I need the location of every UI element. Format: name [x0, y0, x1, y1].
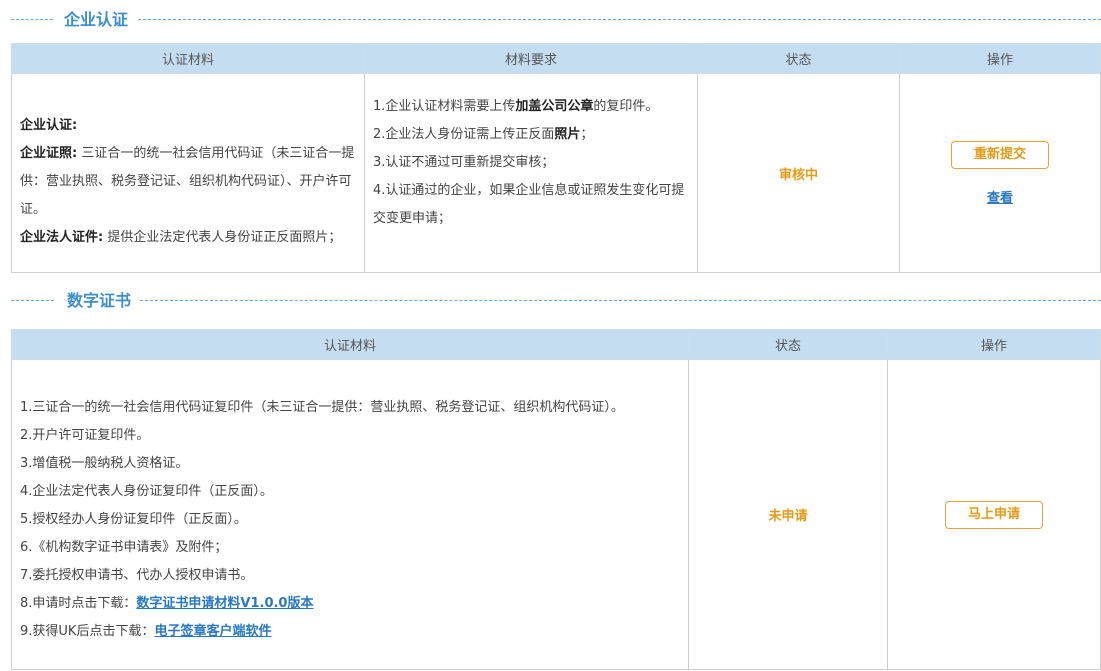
column-header-status: 状态	[697, 43, 900, 74]
list-item: 7.委托授权申请书、代办人授权申请书。	[20, 567, 254, 583]
list-item: 9.获得UK后点击下载：电子签章客户端软件	[20, 623, 272, 639]
column-header-materials: 认证材料	[11, 43, 365, 74]
divider	[138, 19, 1101, 20]
legal-label: 企业法人证件:	[20, 230, 104, 245]
requirement-item: 3.认证不通过可重新提交审核；	[373, 155, 555, 170]
apply-now-button[interactable]: 马上申请	[945, 500, 1043, 529]
list-item: 3.增值税一般纳税人资格证。	[20, 455, 189, 471]
list-item: 8.申请时点击下载：数字证书申请材料V1.0.0版本	[20, 595, 314, 611]
license-label: 企业证照:	[20, 146, 78, 161]
actions-cell: 重新提交 查看	[899, 73, 1101, 273]
download-materials-link[interactable]: 数字证书申请材料V1.0.0版本	[136, 596, 313, 611]
column-header-materials: 认证材料	[11, 329, 689, 360]
certificate-materials-cell: 1.三证合一的统一社会信用代码证复印件（未三证合一提供：营业执照、税务登记证、组…	[11, 359, 689, 670]
column-header-actions: 操作	[899, 43, 1101, 74]
list-item: 1.三证合一的统一社会信用代码证复印件（未三证合一提供：营业执照、税务登记证、组…	[20, 399, 624, 415]
requirement-item: 2.企业法人身份证需上传正反面照片；	[373, 127, 594, 142]
requirements-cell: 1.企业认证材料需要上传加盖公司公章的复印件。 2.企业法人身份证需上传正反面照…	[364, 73, 698, 273]
divider	[140, 300, 1101, 301]
resubmit-button[interactable]: 重新提交	[951, 140, 1049, 169]
list-item: 5.授权经办人身份证复印件（正反面）。	[20, 511, 247, 527]
list-item: 6.《机构数字证书申请表》及附件；	[20, 539, 228, 555]
digital-certificate-table: 认证材料 状态 操作 1.三证合一的统一社会信用代码证复印件（未三证合一提供：营…	[11, 329, 1101, 670]
enterprise-auth-table: 认证材料 材料要求 状态 操作 企业认证: 企业证照: 三证合一的统一社会信用代…	[11, 43, 1101, 273]
column-header-actions: 操作	[887, 329, 1101, 360]
requirement-item: 1.企业认证材料需要上传加盖公司公章的复印件。	[373, 99, 659, 114]
materials-title: 企业认证:	[20, 118, 78, 133]
enterprise-section-title: 企业认证	[64, 10, 129, 29]
materials-cell: 企业认证: 企业证照: 三证合一的统一社会信用代码证（未三证合一提供：营业执照、…	[11, 73, 365, 273]
certificate-actions-cell: 马上申请	[887, 359, 1101, 670]
divider	[11, 300, 54, 301]
column-header-status: 状态	[688, 329, 888, 360]
list-item: 4.企业法定代表人身份证复印件（正反面）。	[20, 483, 273, 499]
view-link[interactable]: 查看	[987, 191, 1013, 206]
enterprise-section-header: 企业认证	[0, 10, 1101, 30]
legal-text: 提供企业法定代表人身份证正反面照片；	[107, 230, 342, 245]
divider	[11, 19, 53, 20]
certificate-section-title: 数字证书	[67, 291, 132, 310]
column-header-requirements: 材料要求	[364, 43, 698, 74]
certificate-section-header: 数字证书	[0, 291, 1101, 311]
enterprise-status: 审核中	[697, 73, 900, 273]
requirement-item: 4.认证通过的企业，如果企业信息或证照发生变化可提交变更申请；	[373, 183, 685, 226]
certificate-status: 未申请	[688, 359, 888, 670]
download-client-link[interactable]: 电子签章客户端软件	[154, 624, 271, 639]
list-item: 2.开户许可证复印件。	[20, 427, 150, 443]
